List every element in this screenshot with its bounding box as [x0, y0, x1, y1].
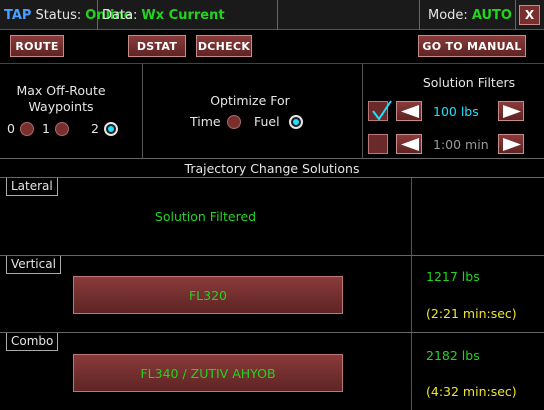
optimize-fuel-radio[interactable] [289, 115, 303, 129]
vertical-time: (2:21 min:sec) [426, 306, 517, 321]
status-label: Status: [35, 7, 82, 23]
go-to-manual-button[interactable]: GO TO MANUAL [418, 35, 526, 57]
waypoints-title-1: Max Off-Route [16, 83, 106, 98]
dcheck-button[interactable]: DCHECK [196, 35, 252, 57]
divider [411, 333, 412, 410]
combo-tag: Combo [6, 333, 59, 351]
waypoint-2-radio[interactable] [104, 122, 118, 136]
divider [411, 178, 412, 255]
optimize-time-label: Time [190, 114, 221, 129]
status-cell: TAP Status: Online [0, 0, 133, 30]
mode-label: Mode: [428, 7, 468, 23]
combo-fuel: 2182 lbs [426, 348, 480, 363]
toolbar: ROUTE DSTAT DCHECK GO TO MANUAL [0, 30, 544, 63]
dstat-button[interactable]: DSTAT [128, 35, 186, 57]
vertical-fuel: 1217 lbs [426, 269, 480, 284]
arrow-left-icon [401, 138, 419, 151]
optimize-title: Optimize For [210, 93, 290, 108]
vertical-section: Vertical FL320 1217 lbs (2:21 min:sec) [0, 256, 544, 333]
mode-cell: Mode: AUTO [420, 0, 516, 30]
fuel-filter-checkbox[interactable] [368, 100, 392, 121]
data-label: Data: [102, 7, 138, 23]
waypoints-title-2: Waypoints [28, 99, 94, 114]
divider [411, 256, 412, 332]
route-button[interactable]: ROUTE [10, 35, 64, 57]
optimize-fuel-label: Fuel [254, 114, 280, 129]
fuel-filter-value: 100 lbs [433, 104, 479, 119]
time-increase-button[interactable] [498, 134, 524, 154]
vertical-tag: Vertical [6, 256, 61, 274]
lateral-tag: Lateral [6, 178, 58, 196]
time-decrease-button[interactable] [396, 134, 422, 154]
lateral-section: Lateral Solution Filtered [0, 178, 544, 256]
time-filter-value: 1:00 min [433, 137, 489, 152]
mode-value: AUTO [471, 7, 512, 23]
data-value: Wx Current [141, 7, 225, 23]
arrow-left-icon [401, 105, 419, 118]
vertical-solution-button[interactable]: FL320 [73, 276, 343, 314]
close-button[interactable]: X [519, 5, 540, 25]
divider [362, 64, 363, 159]
fuel-increase-button[interactable] [498, 101, 524, 121]
statusbar-spacer [278, 0, 420, 30]
waypoint-1-radio[interactable] [55, 122, 69, 136]
settings-panel: Max Off-Route Waypoints 0 1 2 Optimize F… [0, 63, 544, 159]
app-name: TAP [4, 7, 32, 23]
lateral-message: Solution Filtered [154, 209, 257, 224]
combo-section: Combo FL340 / ZUTIV AHYOB 2182 lbs (4:32… [0, 333, 544, 410]
optimize-time-radio[interactable] [227, 115, 241, 129]
arrow-right-icon [503, 138, 521, 151]
combo-solution-button[interactable]: FL340 / ZUTIV AHYOB [73, 354, 343, 392]
checkmark-icon [372, 100, 392, 121]
fuel-decrease-button[interactable] [396, 101, 422, 121]
time-filter-checkbox[interactable] [368, 134, 388, 154]
divider [142, 64, 143, 159]
trajectory-header: Trajectory Change Solutions [0, 159, 544, 178]
data-cell: Data: Wx Current [98, 0, 278, 30]
status-bar: TAP Status: Online Data: Wx Current Mode… [0, 0, 544, 30]
filters-title: Solution Filters [422, 75, 516, 90]
arrow-right-icon [503, 105, 521, 118]
waypoint-option-1-label: 1 [42, 121, 50, 136]
waypoint-option-2-label: 2 [91, 121, 99, 136]
waypoint-0-radio[interactable] [20, 122, 34, 136]
waypoint-option-0-label: 0 [7, 121, 15, 136]
combo-time: (4:32 min:sec) [426, 384, 517, 399]
